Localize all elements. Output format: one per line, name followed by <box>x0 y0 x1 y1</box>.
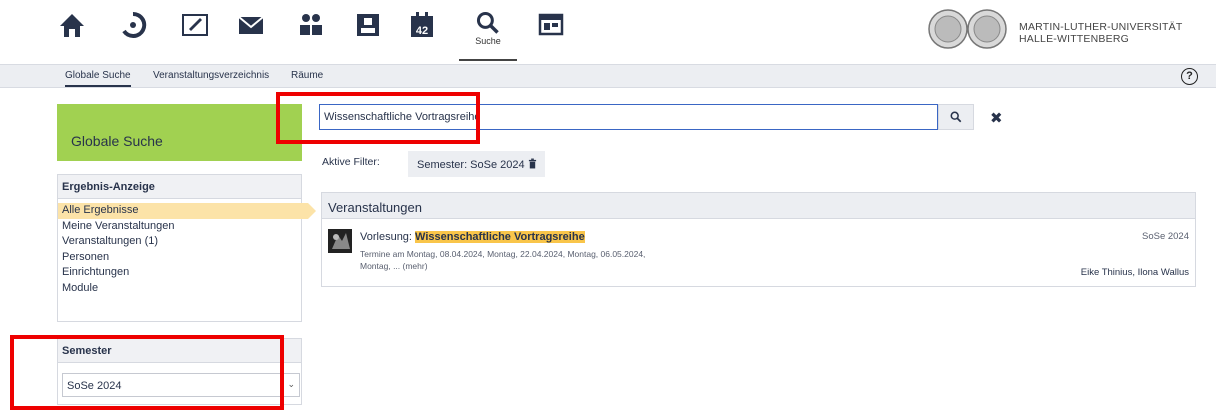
search-icon <box>950 111 962 123</box>
sidebar-heading: Globale Suche <box>57 104 302 161</box>
result-semester: SoSe 2024 <box>1141 231 1189 242</box>
search-icon <box>476 11 499 34</box>
university-name: MARTIN-LUTHER-UNIVERSITÄT HALLE-WITTENBE… <box>1019 21 1182 45</box>
annotation-semester-highlight <box>10 335 284 410</box>
result-display-title: Ergebnis-Anzeige <box>58 175 301 199</box>
svg-text:42: 42 <box>416 25 428 37</box>
result-description-line2[interactable]: Montag, ... (mehr) <box>360 260 780 272</box>
clear-search-button[interactable]: ✖ <box>990 109 1003 127</box>
result-filter-persons[interactable]: Personen <box>58 250 301 266</box>
calendar-icon[interactable]: 42 <box>402 10 442 50</box>
results-panel: Veranstaltungen Vorlesung: Wissenschaftl… <box>321 192 1196 287</box>
result-description-line1: Termine am Montag, 08.04.2024, Montag, 2… <box>360 249 646 259</box>
results-section-title: Veranstaltungen <box>322 193 1195 219</box>
result-type-prefix: Vorlesung: <box>360 231 416 243</box>
tab-globale-suche[interactable]: Globale Suche <box>65 70 131 87</box>
trash-icon[interactable] <box>528 158 537 172</box>
tab-raeume[interactable]: Räume <box>291 70 323 81</box>
result-title[interactable]: Vorlesung: Wissenschaftliche Vortragsrei… <box>360 231 585 243</box>
university-seal-logo <box>928 8 1010 52</box>
annotation-search-highlight <box>276 92 480 144</box>
community-icon[interactable] <box>291 10 331 50</box>
result-filter-modules[interactable]: Module <box>58 281 301 297</box>
sidebar-heading-text: Globale Suche <box>71 133 163 149</box>
sub-navigation: Globale Suche Veranstaltungsverzeichnis … <box>0 64 1216 88</box>
result-filter-list: Alle Ergebnisse Meine Veranstaltungen Ve… <box>58 199 316 297</box>
search-button[interactable] <box>938 104 974 130</box>
search-nav-item[interactable]: Suche <box>468 8 508 48</box>
course-thumbnail <box>328 229 352 253</box>
profile-icon[interactable] <box>348 10 388 50</box>
university-name-line1: MARTIN-LUTHER-UNIVERSITÄT <box>1019 21 1183 33</box>
messages-icon[interactable] <box>231 10 271 50</box>
result-filter-institutes[interactable]: Einrichtungen <box>58 265 301 281</box>
result-filter-courses[interactable]: Veranstaltungen (1) <box>58 234 301 250</box>
active-filter-label: Aktive Filter: <box>322 156 380 168</box>
active-filter-text: Semester: SoSe 2024 <box>417 159 525 171</box>
university-name-line2: HALLE-WITTENBERG <box>1019 33 1129 45</box>
tab-veranstaltungsverzeichnis[interactable]: Veranstaltungsverzeichnis <box>153 70 269 81</box>
schedule-icon[interactable] <box>531 10 571 50</box>
result-description: Termine am Montag, 08.04.2024, Montag, 2… <box>360 248 780 272</box>
result-display-widget: Ergebnis-Anzeige Alle Ergebnisse Meine V… <box>57 174 316 322</box>
chevron-down-icon: ⌄ <box>287 379 295 389</box>
help-icon[interactable]: ? <box>1181 68 1198 85</box>
dashboard-icon[interactable] <box>113 10 153 50</box>
active-filter-chip[interactable]: Semester: SoSe 2024 <box>408 151 545 177</box>
news-icon[interactable] <box>175 10 215 50</box>
result-filter-my-courses[interactable]: Meine Veranstaltungen <box>58 219 301 235</box>
result-title-highlight: Wissenschaftliche Vortragsreihe <box>415 231 585 243</box>
result-lecturers[interactable]: Eike Thinius, Ilona Wallus <box>1081 267 1189 278</box>
result-filter-all[interactable]: Alle Ergebnisse <box>58 203 316 219</box>
active-nav-indicator <box>459 59 517 61</box>
home-icon[interactable] <box>52 10 92 50</box>
top-bar: 42 Suche MARTIN-LUTHER-UNIVERSITÄT HALLE… <box>0 0 1216 64</box>
search-nav-label: Suche <box>475 36 501 46</box>
